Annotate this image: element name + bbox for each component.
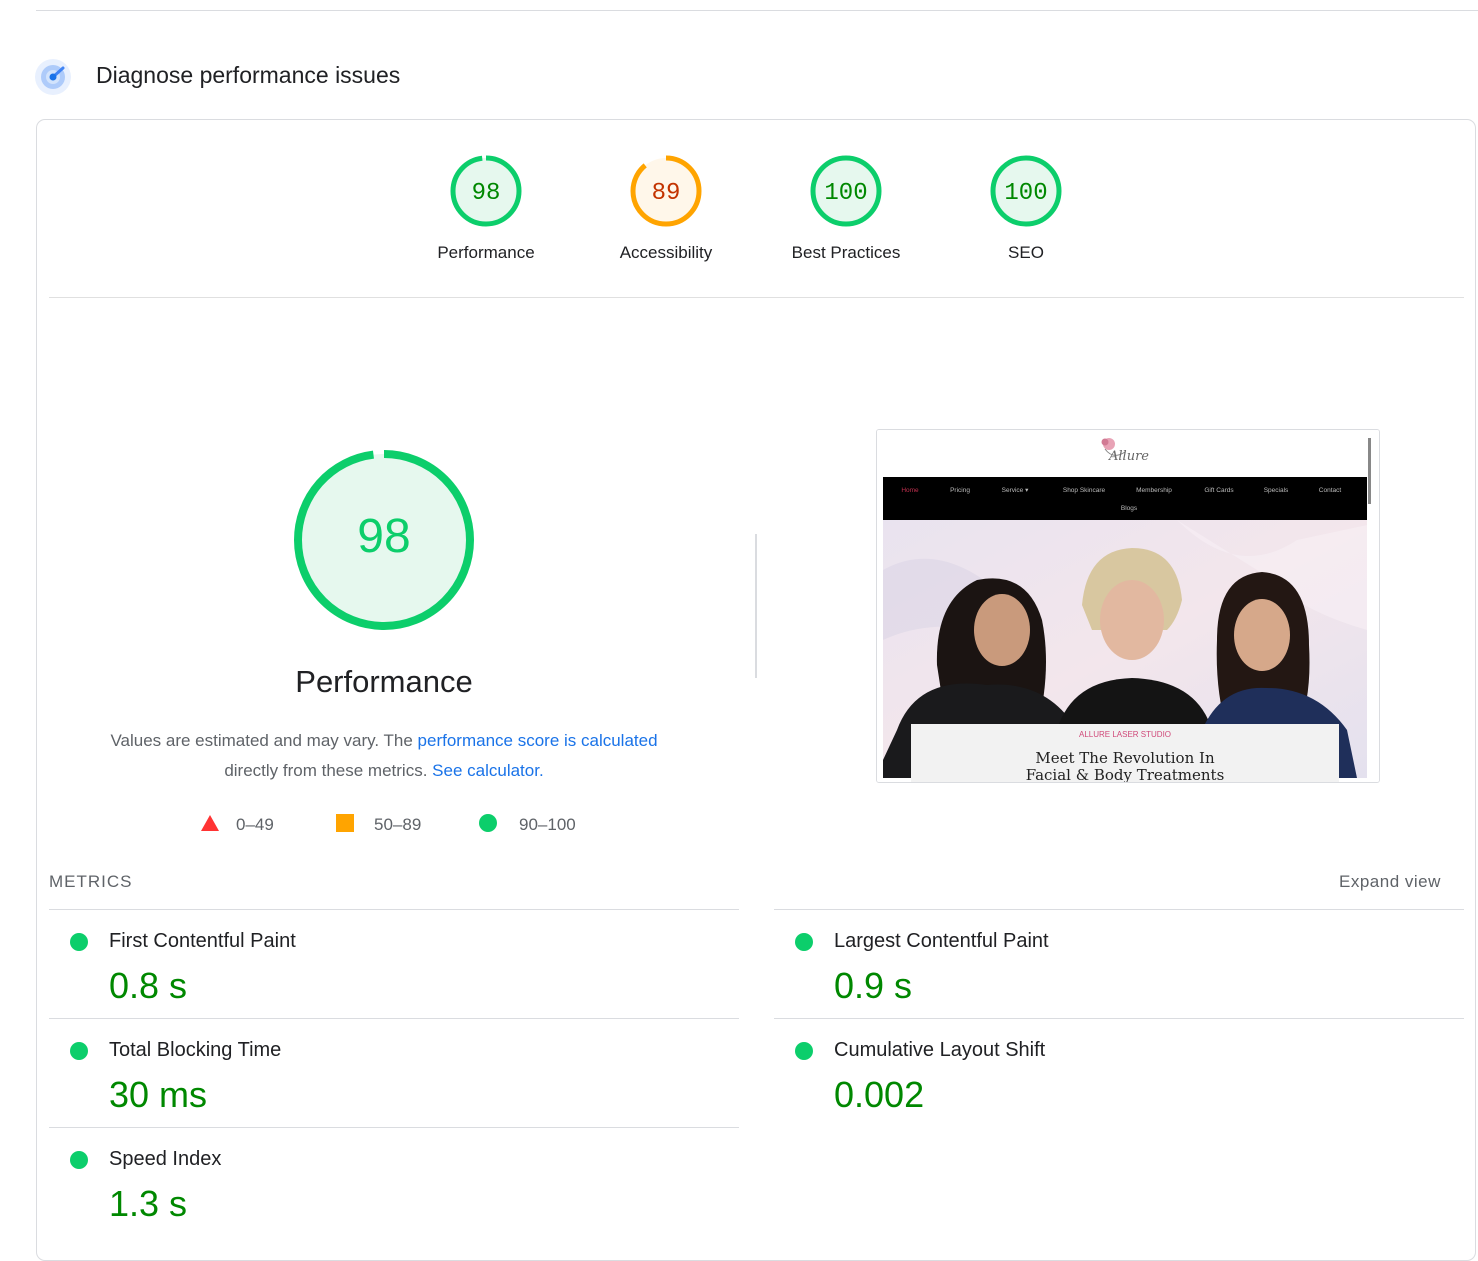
score-calculated-link[interactable]: performance score is calculated [418,731,658,750]
site-headline: Meet The Revolution In [1035,749,1215,767]
metric-name: First Contentful Paint [109,930,296,952]
gauge-accessibility[interactable]: 89 Accessibility [596,153,736,263]
metric-name: Largest Contentful Paint [834,930,1049,952]
site-nav-item: Contact [1319,487,1342,494]
metric-largest-contentful-paint: Largest Contentful Paint 0.9 s [774,909,1464,1018]
triangle-icon [201,815,219,831]
pass-circle-icon [795,933,813,951]
gauge-score: 89 [652,180,681,207]
metric-value: 0.002 [834,1074,925,1115]
gauge-label: SEO [1008,243,1044,262]
metrics-heading: METRICS [49,872,133,891]
gauge-seo[interactable]: 100 SEO [956,153,1096,263]
gauge-label: Accessibility [619,243,713,262]
expand-view-toggle[interactable]: Expand view [1339,872,1441,892]
legend-range: 90–100 [519,815,576,834]
performance-gauge-large: 98 [291,447,477,633]
legend-fail: 0–49 [200,814,274,835]
gauge-score: 100 [1004,180,1047,207]
metric-name: Cumulative Layout Shift [834,1039,1046,1061]
gauge-ring: 100 [810,155,882,227]
performance-score: 98 [357,510,410,563]
metric-value: 30 ms [109,1074,208,1115]
metric-name: Speed Index [109,1148,222,1170]
metric-value: 0.9 s [834,965,913,1006]
gauge-score: 100 [824,180,867,207]
pass-circle-icon [70,1042,88,1060]
metric-first-contentful-paint: First Contentful Paint 0.8 s [49,909,739,1018]
site-nav-item: Shop Skincare [1063,487,1106,494]
gauge-ring: 100 [990,155,1062,227]
site-nav-item: Service ▾ [1002,487,1029,494]
site-nav-item: Blogs [1121,505,1138,512]
metric-name: Total Blocking Time [109,1039,282,1061]
gauge-performance[interactable]: 98 Performance [416,153,556,263]
metric-cumulative-layout-shift: Cumulative Layout Shift 0.002 [774,1018,1464,1127]
legend-range: 0–49 [236,815,274,834]
section-title: Diagnose performance issues [96,62,401,88]
gauge-label: Best Practices [791,243,901,262]
gauge-ring: 98 [450,155,522,227]
site-headline-2: Facial & Body Treatments [1026,766,1225,782]
pass-circle-icon [70,1151,88,1169]
metric-total-blocking-time: Total Blocking Time 30 ms [49,1018,739,1127]
site-studio-label: ALLURE LASER STUDIO [1079,730,1171,739]
legend-range: 50–89 [374,815,422,834]
gauge-best-practices[interactable]: 100 Best Practices [776,153,916,263]
site-nav-item: Specials [1264,487,1289,494]
square-icon [336,814,354,832]
gauge-label: Performance [437,243,535,262]
legend-average: 50–89 [336,814,421,835]
gauge-score: 98 [472,180,501,207]
metric-speed-index: Speed Index 1.3 s [49,1127,739,1236]
site-logo-text: Allure [1108,449,1149,464]
site-nav-item: Membership [1136,487,1172,494]
gauge-ring: 89 [630,155,702,227]
note-text: Values are estimated and may vary. The [110,731,418,750]
pass-circle-icon [70,933,88,951]
vertical-divider [755,534,757,678]
gauges-divider [49,297,1464,298]
performance-title: Performance [295,664,473,699]
note-text: directly from these metrics. [224,761,433,780]
legend-pass: 90–100 [479,814,576,835]
lighthouse-icon [35,59,71,95]
metric-value: 1.3 s [109,1183,188,1224]
metric-value: 0.8 s [109,965,188,1006]
circle-icon [479,814,497,832]
site-nav-item: Home [901,487,919,494]
thumbnail-scrollbar [1368,438,1371,504]
site-nav-item: Gift Cards [1204,487,1234,494]
top-divider [36,10,1478,11]
final-screenshot[interactable]: Allure Home Pricing Service ▾ Shop Skinc… [876,429,1380,783]
site-nav-item: Pricing [950,487,970,494]
performance-note: Values are estimated and may vary. The p… [84,726,684,786]
see-calculator-link[interactable]: See calculator. [432,761,544,780]
pass-circle-icon [795,1042,813,1060]
